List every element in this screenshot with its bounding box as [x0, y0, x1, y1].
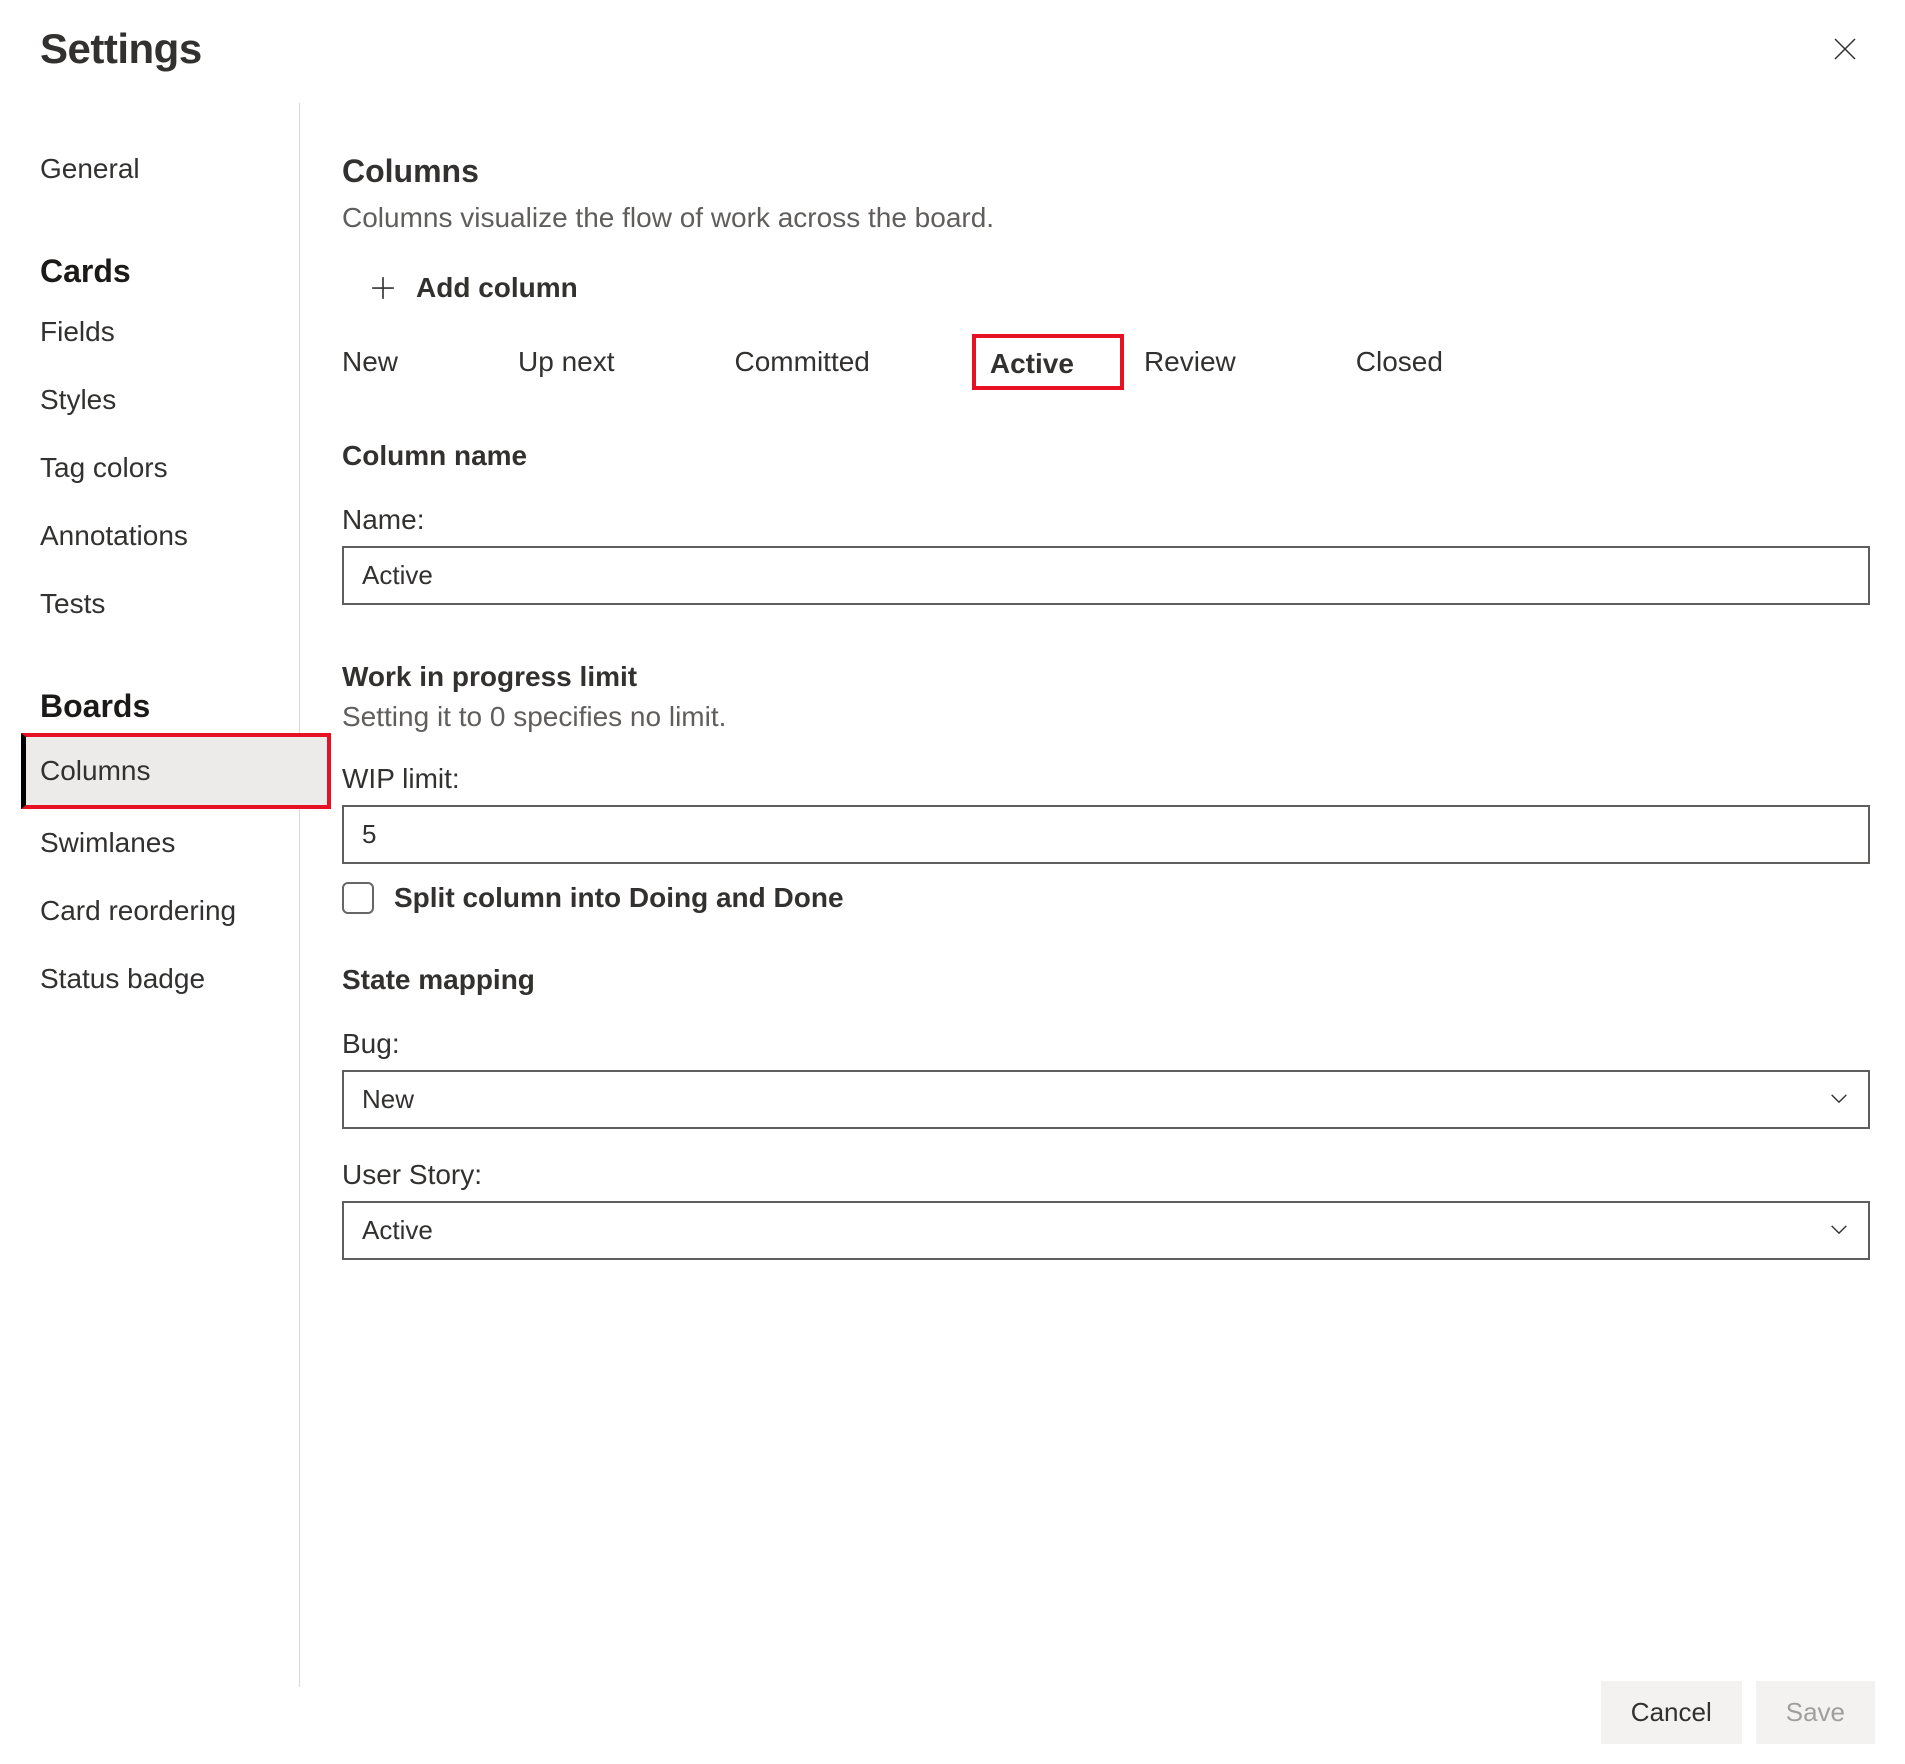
save-button[interactable]: Save — [1756, 1681, 1875, 1744]
bug-label: Bug: — [342, 1028, 1870, 1060]
main-content: Columns Columns visualize the flow of wo… — [300, 103, 1905, 1687]
plus-icon — [370, 275, 396, 301]
sidebar-item-fields[interactable]: Fields — [40, 298, 299, 366]
tab-up-next[interactable]: Up next — [518, 334, 615, 390]
add-column-button[interactable]: Add column — [342, 264, 1870, 334]
user-story-state-select[interactable] — [342, 1201, 1870, 1260]
wip-description: Setting it to 0 specifies no limit. — [342, 701, 1870, 733]
close-button[interactable] — [1825, 29, 1865, 69]
tab-review[interactable]: Review — [1144, 334, 1236, 390]
sidebar-item-general[interactable]: General — [40, 135, 299, 203]
column-name-input[interactable] — [342, 546, 1870, 605]
wip-limit-label: WIP limit: — [342, 763, 1870, 795]
close-icon — [1833, 37, 1857, 61]
name-label: Name: — [342, 504, 1870, 536]
sidebar-item-card-reordering[interactable]: Card reordering — [40, 877, 270, 945]
dialog-footer: Cancel Save — [1601, 1681, 1875, 1744]
tab-active[interactable]: Active — [972, 334, 1124, 390]
cancel-button[interactable]: Cancel — [1601, 1681, 1742, 1744]
columns-section-description: Columns visualize the flow of work acros… — [342, 202, 1870, 234]
tab-closed[interactable]: Closed — [1356, 334, 1443, 390]
wip-limit-input[interactable] — [342, 805, 1870, 864]
column-tabs: New Up next Committed Active Review Clos… — [342, 334, 1870, 390]
user-story-label: User Story: — [342, 1159, 1870, 1191]
tab-committed[interactable]: Committed — [735, 334, 870, 390]
columns-section-title: Columns — [342, 153, 1870, 190]
sidebar-item-annotations[interactable]: Annotations — [40, 502, 299, 570]
sidebar-item-columns[interactable]: Columns — [21, 733, 331, 809]
bug-state-select[interactable] — [342, 1070, 1870, 1129]
sidebar-group-boards: Boards — [40, 638, 299, 733]
split-column-checkbox[interactable] — [342, 882, 374, 914]
sidebar-group-cards: Cards — [40, 203, 299, 298]
sidebar-item-tests[interactable]: Tests — [40, 570, 299, 638]
page-title: Settings — [40, 25, 202, 73]
tab-new[interactable]: New — [342, 334, 398, 390]
wip-heading: Work in progress limit — [342, 661, 1870, 693]
state-mapping-heading: State mapping — [342, 964, 1870, 996]
settings-sidebar: General Cards Fields Styles Tag colors A… — [0, 103, 300, 1687]
sidebar-item-tag-colors[interactable]: Tag colors — [40, 434, 299, 502]
sidebar-item-styles[interactable]: Styles — [40, 366, 299, 434]
add-column-label: Add column — [416, 272, 578, 304]
sidebar-item-status-badge[interactable]: Status badge — [40, 945, 299, 1013]
split-column-label: Split column into Doing and Done — [394, 882, 844, 914]
sidebar-item-swimlanes[interactable]: Swimlanes — [40, 809, 299, 877]
column-name-heading: Column name — [342, 440, 1870, 472]
split-column-checkbox-row[interactable]: Split column into Doing and Done — [342, 882, 1870, 914]
